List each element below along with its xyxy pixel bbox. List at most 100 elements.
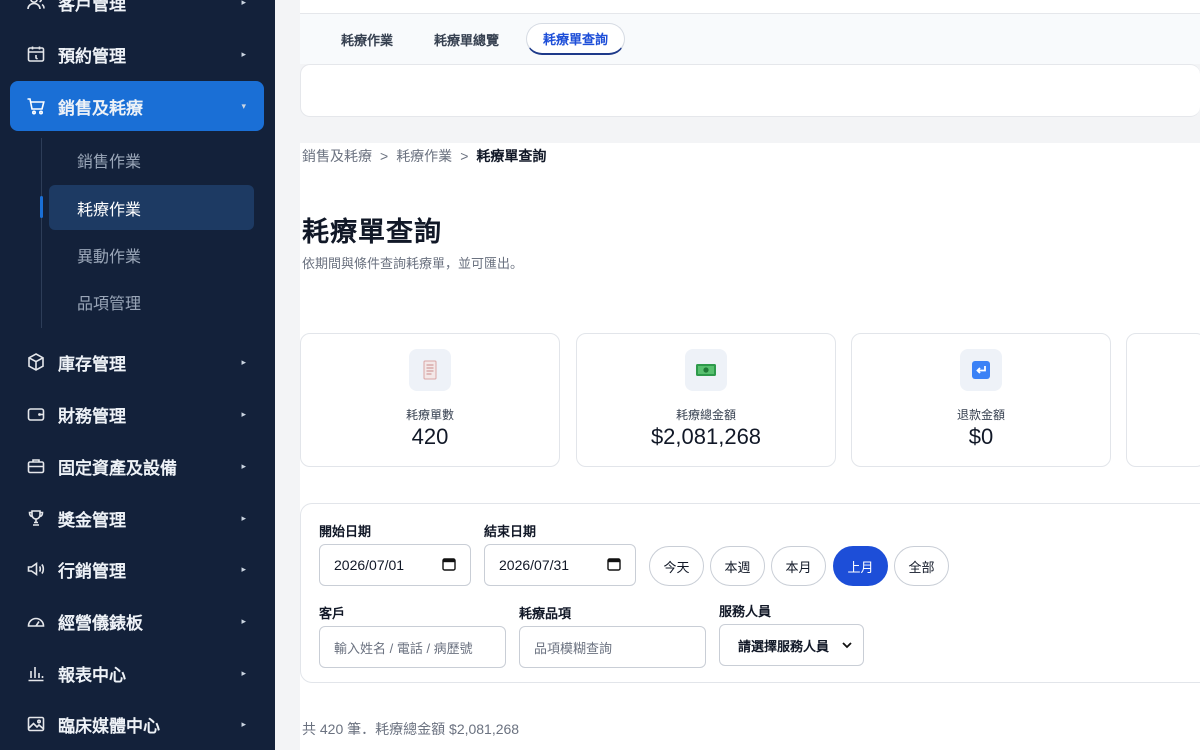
caret-right-icon: ▸	[241, 718, 246, 729]
money-icon	[685, 349, 727, 391]
range-today-button[interactable]: 今天	[649, 546, 704, 586]
treatment-item-input[interactable]: 品項模糊查詢	[519, 626, 706, 668]
stat-card-partial	[1126, 333, 1200, 467]
tab-label: 耗療單查詢	[543, 32, 609, 47]
sidebar-item-label: 報表中心	[58, 665, 126, 685]
caret-right-icon: ▸	[241, 460, 246, 471]
sidebar-item-marketing[interactable]: 行銷管理 ▸	[10, 545, 264, 593]
sidebar-item-media[interactable]: 臨床媒體中心 ▸	[10, 700, 264, 748]
end-date-input[interactable]: 2026/07/31	[484, 544, 636, 586]
subitem-label: 異動作業	[77, 248, 142, 266]
pill-label: 本月	[785, 559, 812, 575]
sidebar-subitem-sales[interactable]: 銷售作業	[49, 137, 254, 182]
customer-label: 客戶	[319, 606, 346, 621]
tab-treatment-operations[interactable]: 耗療作業	[325, 23, 409, 55]
sidebar-item-fixed-assets[interactable]: 固定資產及設備 ▸	[10, 442, 264, 490]
caret-right-icon: ▸	[241, 0, 246, 7]
receipt-icon	[409, 349, 451, 391]
calendar-icon	[26, 44, 46, 64]
start-date-input[interactable]: 2026/07/01	[319, 544, 471, 586]
subitem-label: 銷售作業	[77, 153, 142, 171]
sidebar-item-reports[interactable]: 報表中心 ▸	[10, 649, 264, 697]
sidebar: 客戶管理 ▸ 預約管理 ▸ 銷售及耗療 ▾ 銷售作業 耗療作業 異動作業 品項管…	[0, 0, 275, 750]
range-this-week-button[interactable]: 本週	[710, 546, 765, 586]
chevron-down-icon	[842, 642, 852, 649]
cart-icon	[26, 96, 46, 116]
tab-label: 耗療作業	[341, 32, 394, 48]
stat-card-order-count: 耗療單數 420	[300, 333, 560, 467]
range-last-month-button[interactable]: 上月	[833, 546, 888, 586]
tab-treatment-query[interactable]: 耗療單查詢	[526, 23, 626, 55]
calendar-icon[interactable]	[607, 557, 621, 571]
sidebar-item-label: 財務管理	[58, 406, 126, 426]
main-area: 耗療作業 耗療單總覽 耗療單查詢 銷售及耗療 > 耗療作業 > 耗療單查詢 耗療單查詢 …	[275, 0, 1200, 750]
tab-treatment-overview[interactable]: 耗療單總覽	[418, 23, 515, 55]
filter-form: 開始日期 2026/07/01 結束日期 2026/07/31 今天 本週 本月…	[300, 503, 1200, 683]
sidebar-item-label: 銷售及耗療	[58, 98, 143, 118]
sidebar-item-bonus[interactable]: 獎金管理 ▸	[10, 494, 264, 542]
megaphone-icon	[26, 559, 46, 579]
staff-label: 服務人員	[719, 604, 772, 619]
stat-label: 耗療單數	[405, 408, 454, 422]
tab-label: 耗療單總覽	[434, 32, 500, 48]
breadcrumb-separator: >	[380, 148, 389, 164]
caret-right-icon: ▸	[241, 615, 246, 626]
sidebar-subitem-changes[interactable]: 異動作業	[49, 232, 254, 277]
subitem-label: 耗療作業	[77, 201, 142, 219]
caret-right-icon: ▸	[241, 667, 246, 678]
stat-value: $2,081,268	[650, 424, 762, 449]
return-arrow-icon	[960, 349, 1002, 391]
sidebar-item-label: 經營儀錶板	[58, 613, 143, 633]
sidebar-subitem-treatment[interactable]: 耗療作業	[49, 185, 254, 230]
sidebar-item-label: 固定資產及設備	[58, 458, 177, 478]
stat-value: $0	[968, 424, 994, 449]
sidebar-item-label: 客戶管理	[58, 0, 126, 14]
stat-card-total-amount: 耗療總金額 $2,081,268	[576, 333, 836, 467]
caret-down-icon: ▾	[241, 100, 246, 111]
breadcrumb-level1[interactable]: 銷售及耗療	[302, 148, 372, 164]
stat-label: 退款金額	[956, 408, 1005, 422]
end-date-label: 結束日期	[484, 524, 537, 539]
breadcrumb-separator: >	[460, 148, 469, 164]
staff-select-value: 請選擇服務人員	[738, 638, 830, 654]
treatment-item-label: 耗療品項	[519, 606, 572, 621]
caret-right-icon: ▸	[241, 512, 246, 523]
sidebar-item-customers[interactable]: 客戶管理 ▸	[10, 0, 264, 26]
sidebar-item-finance[interactable]: 財務管理 ▸	[10, 390, 264, 438]
calendar-icon[interactable]	[442, 557, 456, 571]
caret-right-icon: ▸	[241, 48, 246, 59]
range-this-month-button[interactable]: 本月	[771, 546, 826, 586]
submenu-line	[41, 138, 42, 328]
pill-label: 今天	[663, 559, 690, 575]
gauge-icon	[26, 611, 46, 631]
caret-right-icon: ▸	[241, 563, 246, 574]
active-submenu-marker	[40, 196, 43, 218]
caret-right-icon: ▸	[241, 356, 246, 367]
staff-select[interactable]: 請選擇服務人員	[719, 624, 864, 666]
sidebar-item-label: 獎金管理	[58, 510, 126, 530]
box-icon	[26, 352, 46, 372]
treatment-item-placeholder: 品項模糊查詢	[534, 640, 613, 656]
briefcase-icon	[26, 456, 46, 476]
users-icon	[26, 0, 46, 12]
sidebar-item-label: 行銷管理	[58, 561, 126, 581]
start-date-value: 2026/07/01	[334, 557, 405, 573]
breadcrumb: 銷售及耗療 > 耗療作業 > 耗療單查詢	[302, 146, 546, 166]
start-date-label: 開始日期	[319, 524, 372, 539]
content-panel: 銷售及耗療 > 耗療作業 > 耗療單查詢 耗療單查詢 依期間與條件查詢耗療單，並可匯出。…	[300, 143, 1200, 750]
pill-label: 上月	[847, 559, 874, 575]
sidebar-subitem-items[interactable]: 品項管理	[49, 279, 254, 324]
range-all-button[interactable]: 全部	[894, 546, 949, 586]
sidebar-item-appointments[interactable]: 預約管理 ▸	[10, 30, 264, 78]
breadcrumb-level2[interactable]: 耗療作業	[396, 148, 452, 164]
tab-bar: 耗療作業 耗療單總覽 耗療單查詢	[300, 14, 1200, 64]
top-bar	[300, 0, 1200, 14]
sidebar-item-label: 預約管理	[58, 46, 126, 66]
pill-label: 全部	[908, 559, 935, 575]
end-date-value: 2026/07/31	[499, 557, 570, 573]
sidebar-item-label: 臨床媒體中心	[58, 716, 160, 736]
sidebar-item-dashboard[interactable]: 經營儀錶板 ▸	[10, 597, 264, 645]
customer-input[interactable]: 輸入姓名 / 電話 / 病歷號	[319, 626, 506, 668]
sidebar-item-sales-treatment[interactable]: 銷售及耗療 ▾	[10, 81, 264, 131]
sidebar-item-inventory[interactable]: 庫存管理 ▸	[10, 338, 264, 386]
